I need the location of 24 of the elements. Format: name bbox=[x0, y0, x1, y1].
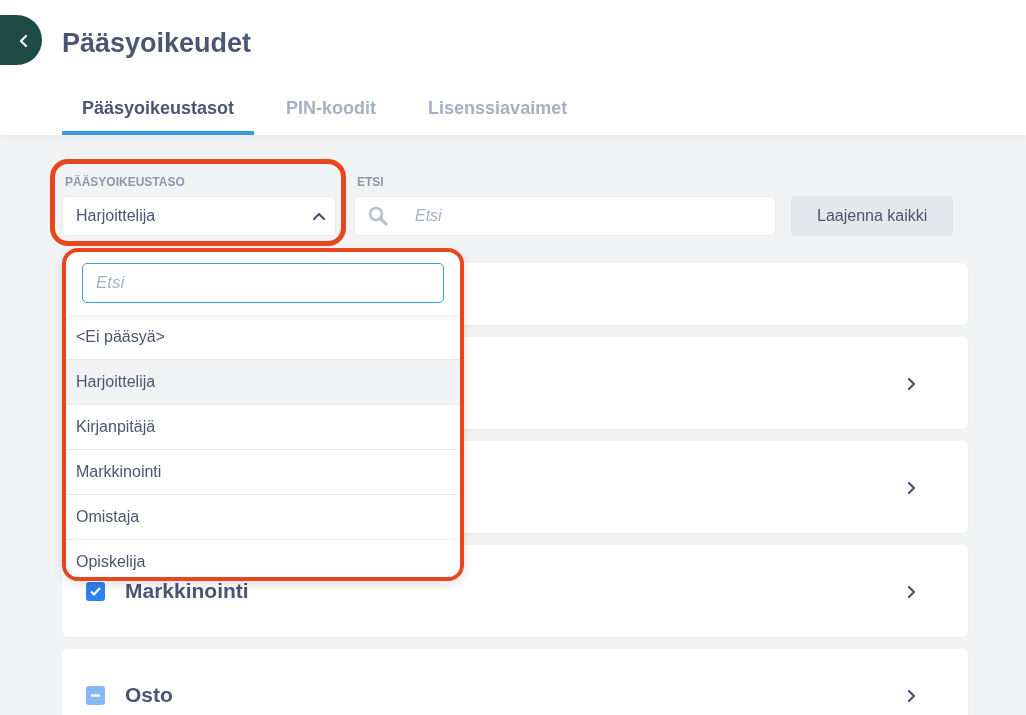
dropdown-option[interactable]: Opiskelija bbox=[66, 540, 460, 577]
field-label: PÄÄSYOIKEUSTASO bbox=[65, 175, 186, 189]
checkbox[interactable] bbox=[86, 685, 105, 705]
search-icon bbox=[368, 206, 388, 226]
dropdown-option[interactable]: Omistaja bbox=[66, 495, 460, 540]
dropdown-option[interactable]: Kirjanpitäjä bbox=[66, 405, 460, 450]
group-card[interactable]: Osto bbox=[62, 649, 968, 715]
search-field[interactable]: Etsi bbox=[354, 196, 776, 236]
back-button[interactable] bbox=[0, 15, 42, 65]
page-title: Pääsyoikeudet bbox=[62, 28, 252, 59]
tab[interactable]: Pääsyoikeustasot bbox=[62, 98, 255, 135]
chevron-right-icon bbox=[905, 480, 918, 494]
chevron-right-icon bbox=[905, 584, 918, 598]
dropdown-search-field[interactable]: Etsi bbox=[82, 263, 444, 303]
dropdown-option[interactable]: <Ei pääsyä> bbox=[66, 315, 460, 360]
expand-all-button[interactable]: Laajenna kaikki bbox=[791, 196, 954, 236]
dropdown-option[interactable]: Markkinointi bbox=[66, 450, 460, 495]
field-label: ETSI bbox=[357, 175, 385, 189]
chevron-right-icon bbox=[905, 688, 918, 702]
chevron-right-icon bbox=[905, 376, 918, 390]
group-title: Osto bbox=[125, 683, 174, 707]
dropdown-option[interactable]: Harjoittelija bbox=[66, 360, 460, 405]
group-title: Markkinointi bbox=[125, 579, 250, 603]
level-select[interactable]: Harjoittelija bbox=[62, 196, 336, 236]
